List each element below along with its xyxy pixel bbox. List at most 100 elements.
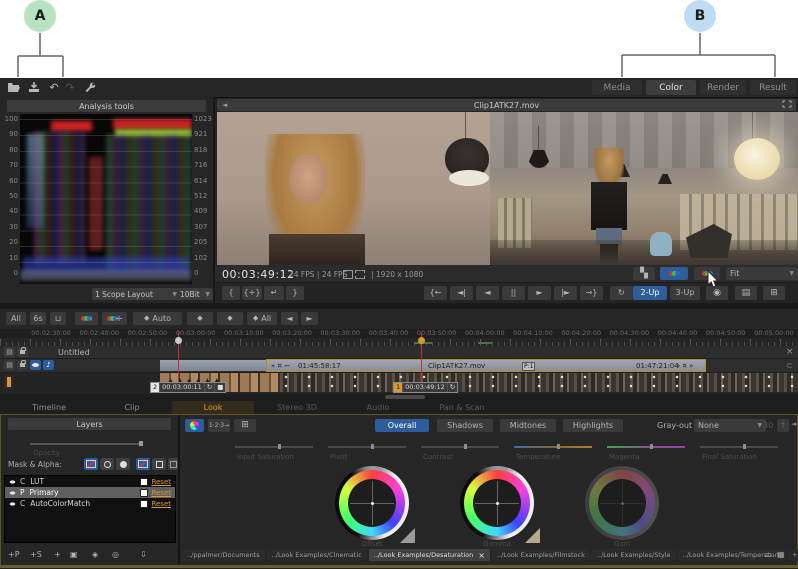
grade-marker-badge-2[interactable]: 1 00:03:49:12 ↻ [393,382,458,393]
display-mode-icon[interactable]: ▭ [764,551,772,559]
layer-reset-link[interactable]: Reset [151,489,171,497]
clip-icons[interactable]: » ¤ » [676,362,693,370]
mark-clip-icon[interactable]: {+} [242,286,262,300]
mark-in-icon[interactable]: { [222,286,240,300]
pause-button[interactable]: || [502,286,525,300]
grade-copy-icon[interactable]: ‹ [75,312,98,325]
tab-media[interactable]: Media [592,80,642,95]
duplicate-icon[interactable]: ▣ [70,551,78,559]
grid-browser-icon[interactable]: ▦ [777,551,785,559]
tab-stereo3d[interactable]: Stereo 3D [254,401,340,414]
link-icon[interactable]: ⊂ [786,362,793,370]
gain-color-wheel[interactable] [585,466,659,540]
step-back-button[interactable]: ◄| [450,286,473,300]
rgb-channels-button[interactable] [660,267,688,280]
layout-2up-button[interactable]: 2-Up [633,286,667,300]
return-icon[interactable]: ↵ [264,286,284,300]
grayout-stepper[interactable]: ↑ [777,419,789,432]
gamma-color-wheel[interactable] [460,466,534,540]
bit-depth-dropdown[interactable]: 10Bit▼ [177,288,213,300]
go-to-end-button[interactable]: →} [580,286,603,300]
opacity-slider-handle[interactable] [139,441,143,446]
lock-icon[interactable] [17,360,28,370]
layer-reset-link[interactable]: Reset [151,478,171,486]
filmstrip-icon[interactable]: ▤ [735,286,757,300]
redo-icon[interactable]: ↷ [63,81,77,94]
timeline-clip-bar[interactable]: « ¤ ⌐ 01:45:58:17 Clip1ATK27.mov P:1 01:… [160,360,706,371]
go-to-start-button[interactable]: {← [424,286,447,300]
layer-row-lut[interactable]: C LUT Reset [5,476,175,487]
mask-circle-button[interactable] [100,458,114,470]
grid-mode-button[interactable]: ⊞ [234,419,256,432]
tab-look[interactable]: Look [172,401,254,414]
alpha-square2-button[interactable] [168,458,178,470]
playhead-orange-handle[interactable] [418,337,425,344]
add-primary-button[interactable]: +P [8,551,20,559]
layers-panel-header[interactable]: Layers [8,418,171,430]
viewer-back-icon[interactable]: ◄ [222,101,227,109]
final-saturation-slider[interactable] [700,446,778,448]
grid-view-icon[interactable]: ⊞ [763,286,785,300]
eye-icon[interactable] [10,480,16,483]
add-layer-button[interactable]: + [54,551,61,559]
keyframe-add2-button[interactable]: ◆ [217,312,243,325]
eye-icon[interactable] [10,502,16,505]
playhead-red-handle[interactable] [175,337,182,344]
step-forward-button[interactable]: |► [554,286,577,300]
grade-move-icon[interactable]: ✛ [102,312,127,325]
clip-icons[interactable]: « ¤ ⌐ [271,362,290,370]
show-all-button[interactable]: All [6,312,26,325]
keyframe-all-button[interactable]: ◆All [247,312,277,325]
viewer-frame-current[interactable] [217,112,490,265]
range-midtones-button[interactable]: Midtones [500,419,556,432]
tab-color[interactable]: Color [646,80,696,95]
undo-icon[interactable]: ↶ [47,81,61,94]
alpha-none-button[interactable] [136,458,150,470]
range-shadows-button[interactable]: Shadows [437,419,493,432]
node-down-icon[interactable]: ◎ [112,551,119,559]
look-tab-desaturation[interactable]: ../Look Examples/Desaturation× [369,549,490,561]
auto-shot-match-button[interactable]: 1·2·3→ [208,419,230,432]
layer-checkbox[interactable] [140,500,148,508]
checkerboard-compare-button[interactable]: ▚ [633,267,655,280]
range-highlights-button[interactable]: Highlights [563,419,623,432]
temperature-slider[interactable] [514,446,592,448]
loop-button[interactable]: ↻ [610,286,633,300]
close-track-icon[interactable]: × [786,348,794,357]
analysis-panel-header[interactable]: Analysis tools [7,100,206,112]
bracket-view-icon[interactable]: ⊔ [50,312,66,325]
visibility-eye-icon[interactable] [30,360,41,370]
contrast-slider[interactable] [421,446,499,448]
close-tab-icon[interactable]: × [478,551,485,560]
look-tab-style[interactable]: ../Look Examples/Style [592,549,676,561]
track-type-icon[interactable]: ▤ [4,347,15,357]
node-up-icon[interactable]: ◈ [92,551,98,559]
play-reverse-button[interactable]: ◄ [476,286,499,300]
mark-out-icon[interactable]: } [286,286,304,300]
clip-color-tag[interactable] [4,375,14,389]
alpha-square-button[interactable] [152,458,166,470]
fullscreen-icon[interactable] [782,100,792,110]
look-tab-cinematic[interactable]: ../Look Examples/Cinematic [267,549,367,561]
keyframe-auto-button[interactable]: ◆Auto [133,312,182,325]
mask-invert-button[interactable] [116,458,130,470]
layer-row-primary[interactable]: P Primary Reset [5,487,175,498]
layer-reset-link[interactable]: Reset [151,500,171,508]
layer-row-autocolormatch[interactable]: C AutoColorMatch Reset [5,498,175,509]
mask-none-button[interactable] [84,458,98,470]
settings-wrench-icon[interactable] [83,81,97,94]
audio-mute-icon[interactable]: ♪ [43,360,54,370]
input-saturation-slider[interactable] [235,446,313,448]
tab-result[interactable]: Result [750,80,796,95]
tick-strip[interactable] [0,338,798,346]
add-look-tab-button[interactable]: + [788,549,798,561]
layer-checkbox[interactable] [140,478,148,486]
grayout-dropdown[interactable]: None▼ [694,419,766,432]
play-button[interactable]: ► [528,286,551,300]
viewer-frame-compare[interactable] [490,112,798,265]
eye-icon[interactable] [10,491,16,494]
magenta-slider[interactable] [607,446,685,448]
look-tab-documents[interactable]: ../ppalmer/Documents [182,549,265,561]
tab-timeline[interactable]: Timeline [6,401,92,414]
zoom-fit-dropdown[interactable]: Fit▼ [726,267,798,280]
